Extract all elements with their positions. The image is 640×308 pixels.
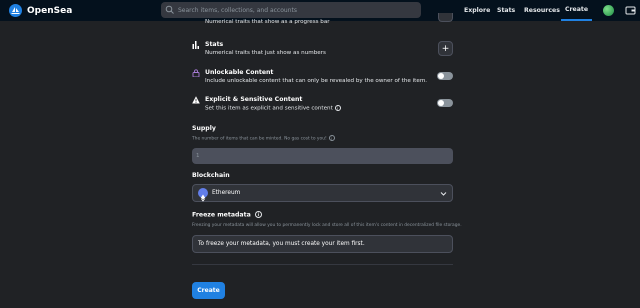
wallet-icon[interactable] [625,5,636,16]
levels-description: Numerical traits that show as a progress… [205,19,330,25]
ethereum-icon [198,188,208,202]
supply-input[interactable] [192,148,453,164]
explicit-title: Explicit & Sensitive Content [205,96,303,103]
unlockable-description: Include unlockable content that can only… [205,78,428,84]
plus-icon: + [441,43,450,54]
search-icon [165,5,174,14]
explicit-toggle[interactable] [437,99,453,107]
top-nav-bar: OpenSea Explore Stats Resources Create [0,0,640,21]
nav-resources[interactable]: Resources [524,0,560,21]
opensea-logo[interactable]: OpenSea [9,4,72,17]
supply-note-text: The number of items that can be minted. … [192,136,327,142]
freeze-title-text: Freeze metadata [192,211,251,219]
supply-title: Supply [192,125,216,132]
search-bar[interactable] [161,2,421,18]
warning-icon [192,96,200,104]
lock-icon [192,69,200,77]
blockchain-selected: Ethereum [212,190,241,196]
info-icon[interactable]: i [254,211,262,218]
nav-stats[interactable]: Stats [497,0,515,21]
toggle-knob [438,100,444,106]
stats-description: Numerical traits that just show as numbe… [205,50,326,56]
nav-create[interactable]: Create [561,0,592,21]
nav-explore[interactable]: Explore [464,0,490,21]
info-icon[interactable]: i [328,135,335,141]
blockchain-select[interactable]: Ethereum [192,184,453,202]
blockchain-title: Blockchain [192,172,230,179]
chevron-down-icon [440,192,447,196]
avatar[interactable] [603,5,614,16]
add-stat-button[interactable]: + [438,41,453,56]
explicit-description: Set this item as explicit and sensitive … [205,105,341,112]
toggle-knob [438,73,444,79]
stats-title: Stats [205,41,224,48]
unlockable-toggle[interactable] [437,72,453,80]
levels-row: Numerical traits that show as a progress… [192,19,454,30]
stats-row: Stats Numerical traits that just show as… [192,41,454,59]
unlockable-row: Unlockable Content Include unlockable co… [192,69,454,87]
bar-chart-icon [192,41,199,49]
unlockable-title: Unlockable Content [205,69,274,76]
search-input[interactable] [178,6,421,14]
ship-icon [9,4,22,17]
explicit-description-text: Set this item as explicit and sensitive … [205,105,333,112]
supply-note: The number of items that can be minted. … [192,135,335,142]
freeze-info-box: To freeze your metadata, you must create… [192,235,453,253]
add-level-button[interactable] [438,13,453,22]
logo-text: OpenSea [27,5,73,16]
freeze-note: Freezing your metadata will allow you to… [192,223,462,228]
freeze-title: Freeze metadata i [192,211,262,219]
explicit-row: Explicit & Sensitive Content Set this it… [192,96,454,114]
info-icon[interactable]: i [334,105,341,111]
create-button[interactable]: Create [192,282,225,299]
divider [192,264,453,265]
